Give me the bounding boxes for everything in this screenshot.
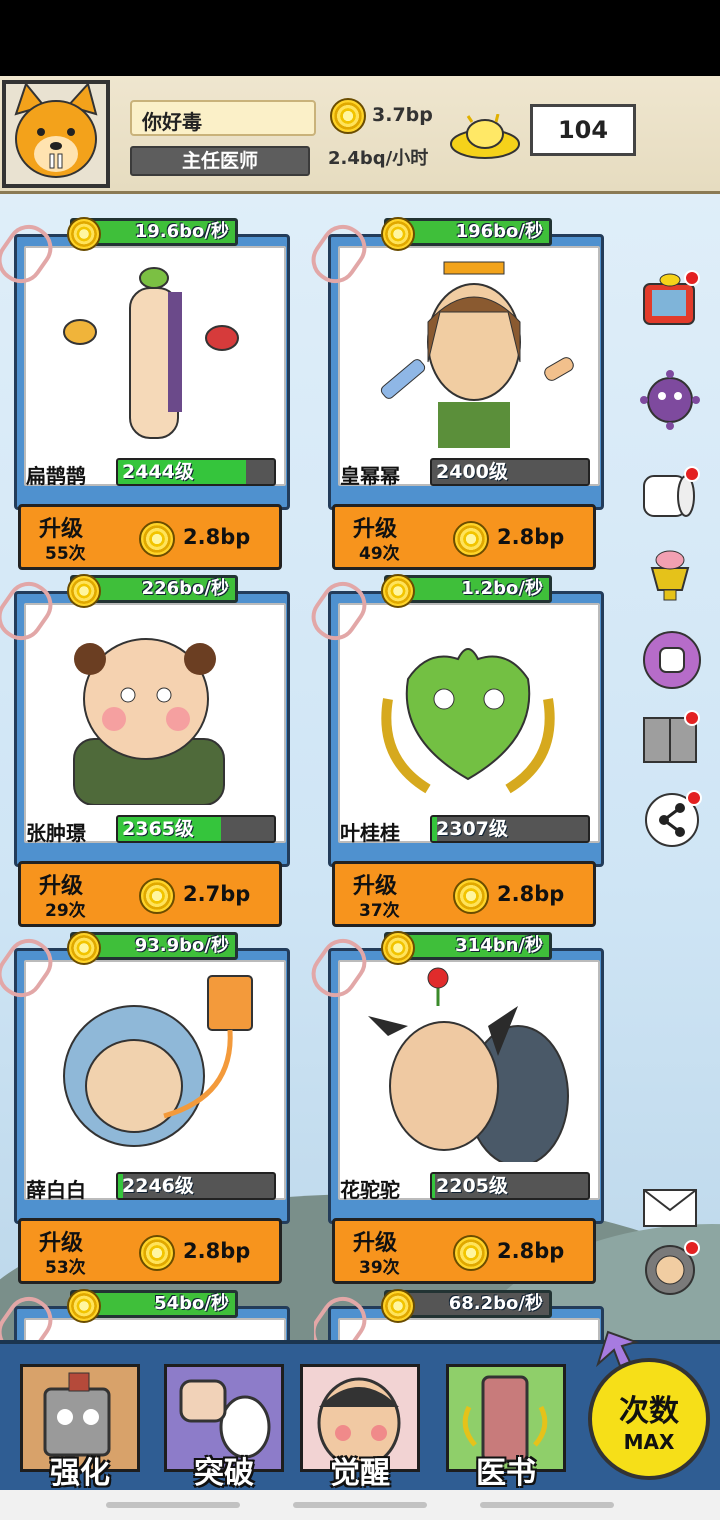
coin-icon [139,878,175,914]
player-avatar[interactable] [2,80,110,188]
toilet-paper-icon[interactable] [640,466,700,526]
gold-ingot-icon [450,114,520,159]
upgrade-button[interactable]: 升级 49次 2.8bp [332,504,596,570]
coin-icon [139,1235,175,1271]
status-bar [0,0,720,76]
coin-icon [381,217,415,251]
upgrade-button[interactable]: 升级 53次 2.8bp [18,1218,282,1284]
nav-pill[interactable] [480,1502,614,1508]
level-bar: 2444级 [116,458,276,486]
calendar-book-icon[interactable] [640,710,700,770]
coin-icon [67,1289,101,1323]
upgrade-button[interactable]: 升级 55次 2.8bp [18,504,282,570]
doctor-card[interactable]: 314bn/秒 花驼驼 2205级 升级 39次 2.8bp [302,930,604,1284]
level-bar: 2400级 [430,458,590,486]
doctor-portrait [368,967,569,1162]
coin-icon [381,931,415,965]
brain-trophy-icon[interactable] [640,548,700,608]
doctor-card[interactable]: 93.9bo/秒 薛白白 2246级 升级 53次 2.8bp [0,930,290,1284]
doctor-portrait [73,638,225,805]
share-icon[interactable] [642,790,702,850]
coin-icon [139,521,175,557]
doctor-name: 皇幂幂 [340,464,400,488]
coin-icon [453,878,489,914]
level-bar: 2365级 [116,815,276,843]
doctor-name: 扁鹊鹊 [26,464,86,488]
tab-medical-book[interactable]: 医书 [446,1364,566,1491]
player-name: 你好毒 [130,100,316,136]
doctor-card[interactable]: 1.2bo/秒 叶桂桂 2307级 升级 37次 2.8bp [302,573,604,927]
doctor-portrait [380,261,574,448]
player-header: 你好毒 主任医师 3.7bp 2.4bq/小时 104 [0,76,720,194]
production-rate: 54bo/秒 [67,1289,238,1323]
tab-awaken[interactable]: 觉醒 [300,1364,420,1491]
production-rate: 1.2bo/秒 [381,574,552,608]
level-bar: 2307级 [430,815,590,843]
level-bar: 2205级 [430,1172,590,1200]
player-title: 主任医师 [130,146,310,176]
doctor-portrait [381,648,555,794]
doctor-name: 薛白白 [26,1178,86,1202]
coin-icon [381,574,415,608]
doctor-card[interactable]: 54bo/秒 [0,1288,290,1340]
nav-pill[interactable] [106,1502,240,1508]
level-bar: 2246级 [116,1172,276,1200]
gold-count[interactable]: 104 [530,104,636,156]
coin-icon [381,1289,415,1323]
mail-icon[interactable] [640,1176,700,1236]
doctor-portrait [63,975,253,1147]
doctor-portrait [63,267,239,439]
upgrade-button[interactable]: 升级 39次 2.8bp [332,1218,596,1284]
coin-icon [67,574,101,608]
coin-icon [330,98,366,134]
income-rate: 2.4bq/小时 [328,148,429,169]
doctor-name: 张肿璟 [26,821,86,845]
production-rate: 226bo/秒 [67,574,238,608]
coin-icon [453,1235,489,1271]
doctor-card[interactable]: 19.6bo/秒 扁鹊鹊 2444级 升级 55次 2.8bp [0,216,290,570]
upgrade-button[interactable]: 升级 37次 2.8bp [332,861,596,927]
production-rate: 19.6bo/秒 [67,217,238,251]
tab-breakthrough[interactable]: 突破 [164,1364,284,1491]
doctor-gear-icon[interactable] [640,1240,700,1300]
doctor-name: 花驼驼 [340,1178,400,1202]
money-amount: 3.7bp [372,104,433,126]
production-rate: 314bn/秒 [381,931,552,965]
production-rate: 68.2bo/秒 [381,1289,552,1323]
doctor-name: 叶桂桂 [340,821,400,845]
virus-icon[interactable] [640,370,700,430]
fist-icon[interactable] [642,630,702,690]
nav-pill[interactable] [293,1502,427,1508]
max-times-button[interactable]: 次数 MAX [588,1358,710,1480]
production-rate: 196bo/秒 [381,217,552,251]
doctor-card[interactable]: 68.2bo/秒 [314,1288,604,1340]
system-nav-bar [0,1490,720,1520]
tab-strengthen[interactable]: 强化 [20,1364,140,1491]
coin-icon [67,217,101,251]
doctor-card[interactable]: 196bo/秒 皇幂幂 2400级 升级 49次 2.8bp [302,216,604,570]
coin-icon [67,931,101,965]
upgrade-button[interactable]: 升级 29次 2.7bp [18,861,282,927]
doctor-card[interactable]: 226bo/秒 张肿璟 2365级 升级 29次 2.7bp [0,573,290,927]
tv-gift-icon[interactable] [640,270,700,330]
coin-icon [453,521,489,557]
production-rate: 93.9bo/秒 [67,931,238,965]
